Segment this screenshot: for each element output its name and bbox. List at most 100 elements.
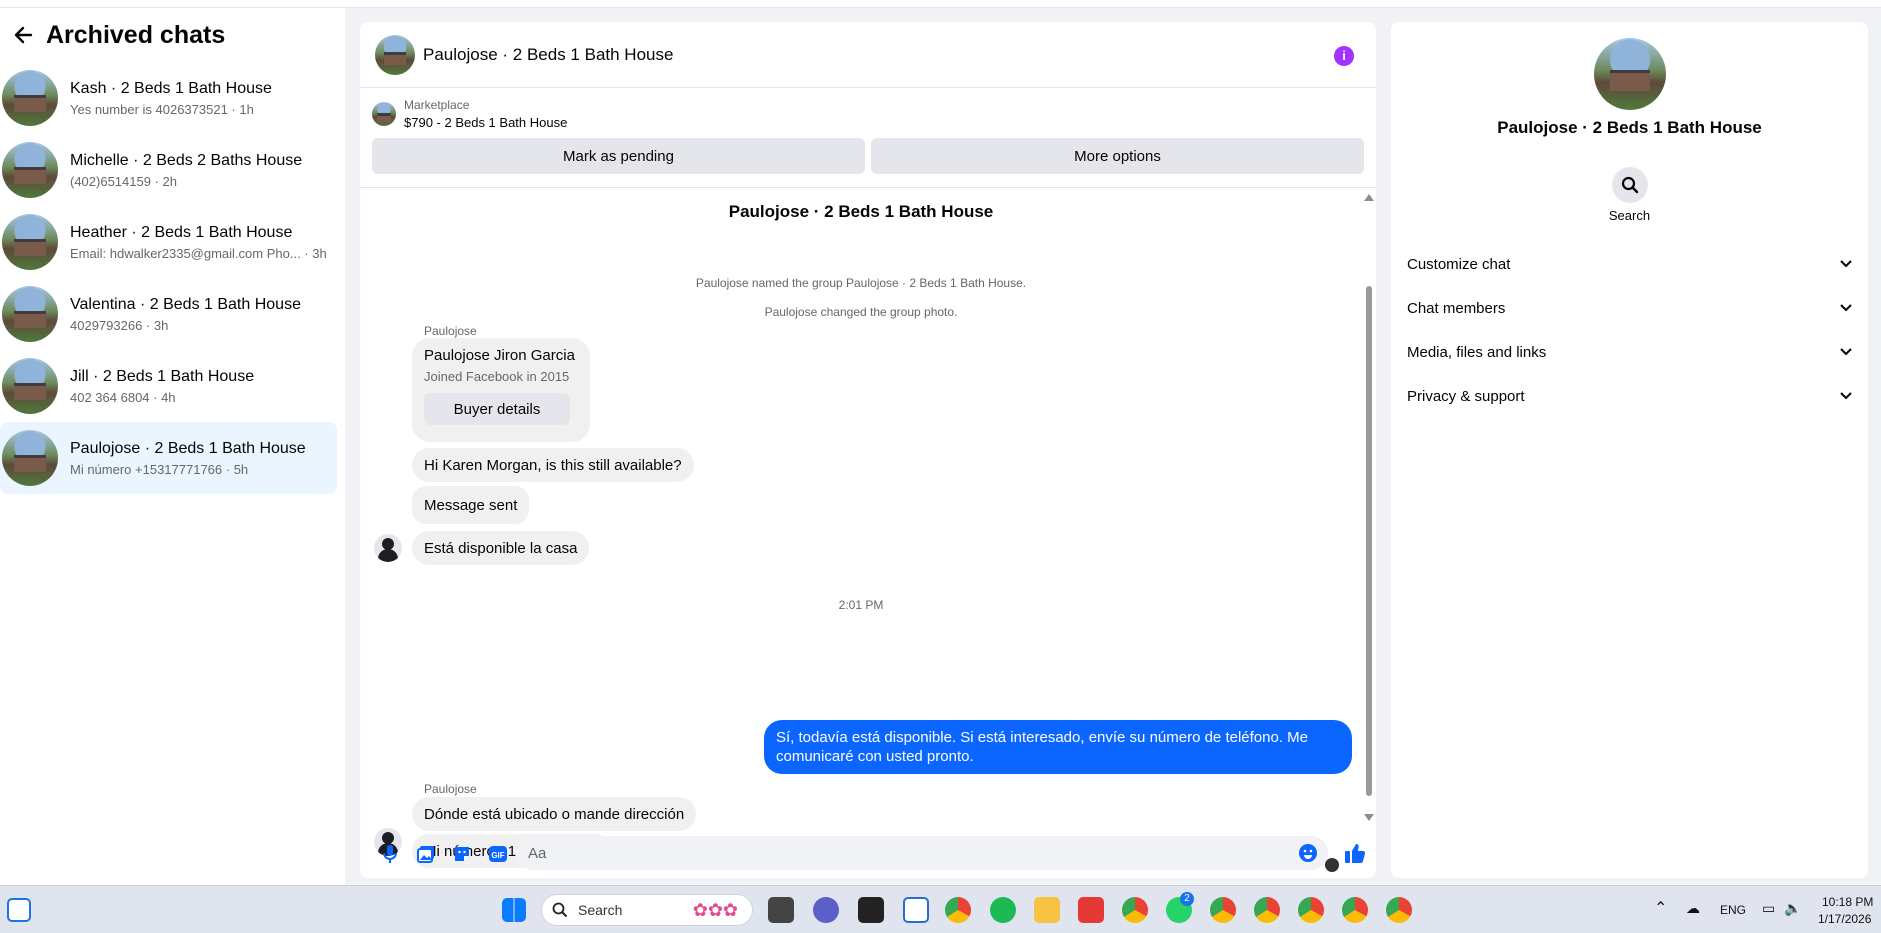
sticky-notes-icon[interactable] bbox=[858, 897, 884, 923]
section-customize-chat[interactable]: Customize chat bbox=[1407, 242, 1853, 286]
mark-as-pending-button[interactable]: Mark as pending bbox=[372, 138, 865, 174]
network-icon[interactable]: ▭ bbox=[1762, 900, 1775, 917]
chat-preview: Email: hdwalker2335@gmail.com Pho... · 3… bbox=[70, 245, 327, 261]
more-options-button[interactable]: More options bbox=[871, 138, 1364, 174]
gif-icon[interactable]: GIF bbox=[480, 836, 516, 872]
section-label: Privacy & support bbox=[1407, 387, 1525, 405]
windows-taskbar: Search ✿✿✿ 2 ⌃ ☁ ENG ▭ 🔈 10:18 PM 1/17/2… bbox=[0, 885, 1881, 933]
message-input[interactable]: Aa bbox=[516, 836, 1328, 870]
cloud-off-icon[interactable]: ☁ bbox=[1686, 900, 1700, 917]
chat-preview: Yes number is 4026373521 · 1h bbox=[70, 101, 254, 117]
spotify-icon[interactable] bbox=[990, 897, 1016, 923]
message-composer: GIF Aa bbox=[360, 830, 1376, 878]
task-view-icon[interactable] bbox=[768, 897, 794, 923]
chat-avatar bbox=[2, 70, 58, 126]
archived-chats-sidebar: Archived chats Kash · 2 Beds 1 Bath Hous… bbox=[0, 8, 345, 885]
info-icon[interactable]: i bbox=[1334, 46, 1354, 66]
chrome-profile-icon[interactable] bbox=[1122, 897, 1148, 923]
anydesk-icon[interactable] bbox=[1078, 897, 1104, 923]
language-indicator[interactable]: ENG bbox=[1720, 903, 1746, 917]
message-bubble: Está disponible la casa bbox=[412, 531, 590, 565]
back-arrow-icon[interactable] bbox=[8, 20, 38, 50]
scroll-up-arrow-icon[interactable] bbox=[1364, 194, 1374, 201]
chrome-profile-icon[interactable] bbox=[1210, 897, 1236, 923]
buyer-joined: Joined Facebook in 2015 bbox=[424, 369, 570, 384]
chat-item-kash[interactable]: Kash · 2 Beds 1 Bath House Yes number is … bbox=[0, 62, 337, 134]
chrome-profile-icon[interactable] bbox=[1254, 897, 1280, 923]
sidebar-title: Archived chats bbox=[46, 20, 226, 49]
taskbar-search-label: Search bbox=[578, 902, 623, 918]
chat-name: Paulojose · 2 Beds 1 Bath House bbox=[70, 439, 306, 457]
conversation-title[interactable]: Paulojose · 2 Beds 1 Bath House bbox=[423, 45, 673, 65]
sticker-icon[interactable] bbox=[444, 836, 480, 872]
chevron-down-icon bbox=[1840, 392, 1852, 400]
thread-title: Paulojose · 2 Beds 1 Bath House bbox=[728, 202, 994, 221]
chrome-profile-icon[interactable] bbox=[1342, 897, 1368, 923]
sender-label: Paulojose bbox=[424, 324, 477, 338]
details-avatar bbox=[1594, 38, 1666, 110]
chrome-icon[interactable] bbox=[945, 897, 971, 923]
marketplace-banner: Marketplace $790 - 2 Beds 1 Bath House M… bbox=[360, 88, 1376, 188]
chat-item-heather[interactable]: Heather · 2 Beds 1 Bath House Email: hdwa… bbox=[0, 206, 337, 278]
section-media-files-links[interactable]: Media, files and links bbox=[1407, 330, 1853, 374]
chat-app-icon[interactable] bbox=[813, 897, 839, 923]
scroll-down-arrow-icon[interactable] bbox=[1364, 814, 1374, 821]
buyer-details-button[interactable]: Buyer details bbox=[424, 393, 570, 425]
chat-item-valentina[interactable]: Valentina · 2 Beds 1 Bath House 402979326… bbox=[0, 278, 337, 350]
clock-date[interactable]: 1/17/2026 bbox=[1818, 912, 1871, 926]
buyer-name: Paulojose Jiron Garcia bbox=[424, 347, 575, 364]
browser-top-strip bbox=[0, 0, 1881, 8]
section-chat-members[interactable]: Chat members bbox=[1407, 286, 1853, 330]
clock-time[interactable]: 10:18 PM bbox=[1822, 895, 1873, 909]
chat-item-jill[interactable]: Jill · 2 Beds 1 Bath House 402 364 6804 ·… bbox=[0, 350, 337, 422]
message-thread: Paulojose · 2 Beds 1 Bath House Paulojos… bbox=[360, 190, 1362, 872]
photo-icon[interactable] bbox=[408, 836, 444, 872]
search-label: Search bbox=[1608, 208, 1651, 223]
conversation-avatar[interactable] bbox=[375, 34, 415, 75]
thumbs-up-icon[interactable] bbox=[1338, 836, 1372, 870]
sender-avatar bbox=[374, 534, 402, 562]
whatsapp-badge: 2 bbox=[1180, 892, 1194, 906]
thread-scrollbar[interactable] bbox=[1361, 190, 1376, 830]
chat-preview: 4029793266 · 3h bbox=[70, 317, 169, 333]
conversation-panel: Paulojose · 2 Beds 1 Bath House i Market… bbox=[360, 22, 1376, 878]
microphone-icon[interactable] bbox=[372, 836, 408, 872]
chrome-profile-icon[interactable] bbox=[1298, 897, 1324, 923]
chrome-profile-icon[interactable] bbox=[1386, 897, 1412, 923]
chat-item-michelle[interactable]: Michelle · 2 Beds 2 Baths House (402)6514… bbox=[0, 134, 337, 206]
chat-item-paulojose[interactable]: Paulojose · 2 Beds 1 Bath House Mi número… bbox=[0, 422, 337, 494]
file-explorer-icon[interactable] bbox=[1034, 897, 1060, 923]
widgets-icon[interactable] bbox=[7, 898, 31, 922]
listing-title[interactable]: $790 - 2 Beds 1 Bath House bbox=[404, 115, 567, 130]
start-icon[interactable] bbox=[502, 898, 526, 922]
section-label: Media, files and links bbox=[1407, 343, 1547, 361]
search-icon[interactable] bbox=[1612, 167, 1648, 203]
chevron-down-icon bbox=[1840, 304, 1852, 312]
chevron-down-icon bbox=[1840, 348, 1852, 356]
chat-preview: 402 364 6804 · 4h bbox=[70, 389, 176, 405]
scrollbar-thumb[interactable] bbox=[1366, 286, 1372, 796]
buyer-card: Paulojose Jiron Garcia Joined Facebook i… bbox=[412, 338, 590, 442]
chevron-down-icon bbox=[1840, 260, 1852, 268]
chat-avatar bbox=[2, 286, 58, 342]
section-label: Customize chat bbox=[1407, 255, 1511, 273]
timestamp: 2:01 PM bbox=[838, 598, 884, 612]
details-name: Paulojose · 2 Beds 1 Bath House bbox=[1497, 118, 1762, 137]
emoji-icon[interactable] bbox=[1298, 843, 1318, 863]
svg-text:GIF: GIF bbox=[491, 851, 504, 860]
chat-name: Kash · 2 Beds 1 Bath House bbox=[70, 79, 272, 97]
taskbar-search[interactable]: Search ✿✿✿ bbox=[541, 894, 753, 926]
section-label: Chat members bbox=[1407, 299, 1506, 317]
chevron-up-icon[interactable]: ⌃ bbox=[1654, 898, 1667, 918]
message-sent-bubble: Message sent bbox=[412, 486, 530, 524]
section-privacy-support[interactable]: Privacy & support bbox=[1407, 374, 1853, 418]
listing-thumbnail[interactable] bbox=[372, 102, 396, 126]
chat-preview: Mi número +15317771766 · 5h bbox=[70, 461, 249, 477]
volume-icon[interactable]: 🔈 bbox=[1784, 900, 1801, 917]
message-bubble: Dónde está ubicado o mande dirección bbox=[412, 797, 697, 831]
system-message: Paulojose named the group Paulojose · 2 … bbox=[695, 276, 1027, 290]
marketplace-label: Marketplace bbox=[404, 98, 470, 112]
sender-label: Paulojose bbox=[424, 782, 477, 796]
chat-name: Heather · 2 Beds 1 Bath House bbox=[70, 223, 293, 241]
snipping-tool-icon[interactable] bbox=[903, 897, 929, 923]
